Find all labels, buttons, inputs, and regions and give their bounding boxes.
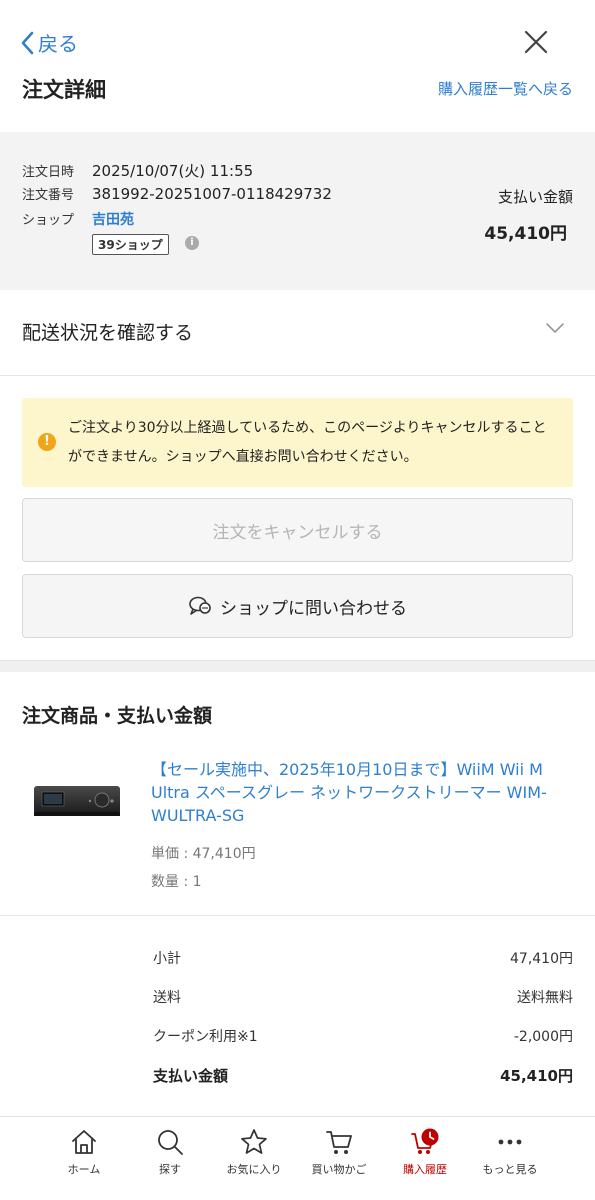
cancel-order-button[interactable]: 注文をキャンセルする <box>22 498 573 562</box>
shipping-status-label: 配送状況を確認する <box>22 322 194 344</box>
bottom-tab-bar: ホーム 探す お気に入り 買い物かご 購入履歴 もっと見る <box>0 1116 595 1200</box>
back-label: 戻る <box>38 32 78 56</box>
tab-search[interactable]: 探す <box>130 1127 210 1177</box>
section-divider <box>0 660 595 672</box>
cancel-order-label: 注文をキャンセルする <box>212 522 383 543</box>
shop-row: ショップ 吉田苑 <box>22 209 134 229</box>
shop-label: ショップ <box>22 213 75 228</box>
shipping-status-row[interactable]: 配送状況を確認する <box>0 290 595 376</box>
tab-more[interactable]: もっと見る <box>470 1127 550 1177</box>
back-button[interactable]: 戻る <box>20 28 78 57</box>
coupon-value: -2,000円 <box>513 1029 573 1045</box>
order-date-row: 注文日時 2025/10/07(火) 11:55 <box>22 160 253 181</box>
summary-divider <box>0 915 595 916</box>
tab-cart[interactable]: 買い物かご <box>299 1127 379 1177</box>
chevron-left-icon <box>21 31 34 54</box>
total-row: 支払い金額 45,410円 <box>153 1065 573 1086</box>
product-image[interactable] <box>30 778 124 822</box>
chevron-down-icon <box>546 323 564 333</box>
history-cart-icon <box>411 1128 439 1154</box>
close-icon[interactable] <box>522 28 550 56</box>
shop-39-badge: 39ショップ <box>92 234 169 255</box>
coupon-row: クーポン利用※1 -2,000円 <box>153 1026 573 1046</box>
order-date-value: 2025/10/07(火) 11:55 <box>92 162 254 180</box>
tab-favorites-label: お気に入り <box>226 1163 282 1176</box>
order-info-panel: 注文日時 2025/10/07(火) 11:55 注文番号 381992-202… <box>0 132 595 290</box>
tab-more-label: もっと見る <box>482 1163 538 1176</box>
tab-purchase-history[interactable]: 購入履歴 <box>385 1127 465 1177</box>
coupon-label: クーポン利用※1 <box>153 1029 258 1045</box>
payment-amount-value: 45,410円 <box>484 224 567 244</box>
notice-text: ご注文より30分以上経過しているため、このページよりキャンセルすることができませ… <box>68 420 547 465</box>
contact-shop-label: ショップに問い合わせる <box>220 598 407 619</box>
subtotal-value: 47,410円 <box>510 951 573 967</box>
subtotal-label: 小計 <box>153 951 181 967</box>
order-date-label: 注文日時 <box>22 165 75 180</box>
total-label: 支払い金額 <box>153 1067 229 1085</box>
tab-home-label: ホーム <box>67 1163 101 1176</box>
order-number-value: 381992-20251007-0118429732 <box>92 185 332 203</box>
shipping-fee-value: 送料無料 <box>517 990 573 1006</box>
chat-bubble-icon <box>189 596 211 615</box>
shipping-fee-label: 送料 <box>153 990 181 1006</box>
payment-amount-label: 支払い金額 <box>497 188 573 206</box>
shop-name-link[interactable]: 吉田苑 <box>92 209 134 229</box>
products-section-title: 注文商品・支払い金額 <box>22 705 213 727</box>
page-title: 注文詳細 <box>22 78 106 102</box>
subtotal-row: 小計 47,410円 <box>153 948 573 968</box>
tab-home[interactable]: ホーム <box>44 1127 124 1177</box>
product-name-link[interactable]: 【セール実施中、2025年10月10日まで】WiiM Wii M Ultra ス… <box>151 758 571 827</box>
product-quantity: 数量 : 1 <box>151 874 202 890</box>
more-icon <box>498 1139 522 1145</box>
order-history-link[interactable]: 購入履歴一覧へ戻る <box>438 78 573 99</box>
info-icon[interactable]: i <box>185 236 199 250</box>
header: 戻る 注文詳細 購入履歴一覧へ戻る <box>0 0 595 132</box>
shipping-fee-row: 送料 送料無料 <box>153 987 573 1007</box>
order-number-label: 注文番号 <box>22 188 75 203</box>
tab-favorites[interactable]: お気に入り <box>214 1127 294 1177</box>
cancel-notice: ! ご注文より30分以上経過しているため、このページよりキャンセルすることができ… <box>22 398 573 487</box>
order-number-row: 注文番号 381992-20251007-0118429732 <box>22 184 332 203</box>
tab-purchase-history-label: 購入履歴 <box>403 1163 447 1176</box>
cart-icon <box>326 1131 352 1154</box>
contact-shop-button[interactable]: ショップに問い合わせる <box>22 574 573 638</box>
warning-icon: ! <box>38 433 56 451</box>
home-icon <box>72 1130 96 1154</box>
total-value: 45,410円 <box>500 1067 573 1085</box>
tab-search-label: 探す <box>159 1163 181 1176</box>
star-icon <box>241 1129 267 1154</box>
search-icon <box>158 1130 183 1155</box>
product-unit-price: 単価 : 47,410円 <box>151 846 256 862</box>
tab-cart-label: 買い物かご <box>311 1163 367 1176</box>
